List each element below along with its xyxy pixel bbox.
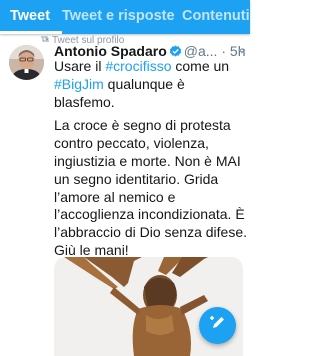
tweet-text-segment: Usare il	[54, 58, 106, 74]
retweet-icon	[40, 35, 52, 45]
tab-tweet-e-risposte[interactable]: Tweet e risposte	[62, 0, 175, 34]
hashtag-bigjim[interactable]: #BigJim	[54, 76, 104, 92]
tweet-text-segment: qualunque è	[103, 75, 185, 92]
tab-tweet[interactable]: Tweet	[0, 0, 62, 34]
tweet-text: Usare il #crocifisso come un #BigJim qua…	[54, 58, 250, 260]
compose-tweet-icon	[209, 314, 227, 337]
avatar[interactable]	[9, 45, 44, 80]
tweet-text-paragraph: La croce è segno di protesta contro pecc…	[54, 117, 247, 258]
profile-tabs: Tweet Tweet e risposte Contenuti	[0, 0, 250, 34]
compose-tweet-button[interactable]	[199, 307, 236, 344]
author-name[interactable]: Antonio Spadaro	[54, 43, 167, 59]
author-handle[interactable]: @a...	[184, 43, 218, 59]
tab-contenuti[interactable]: Contenuti	[174, 0, 250, 34]
tweet-text-segment: blasfemo.	[54, 93, 115, 110]
tweet-text-segment: come un	[171, 58, 230, 74]
separator-dot: ·	[221, 43, 227, 59]
hashtag-crocifisso[interactable]: #crocifisso	[105, 58, 171, 74]
